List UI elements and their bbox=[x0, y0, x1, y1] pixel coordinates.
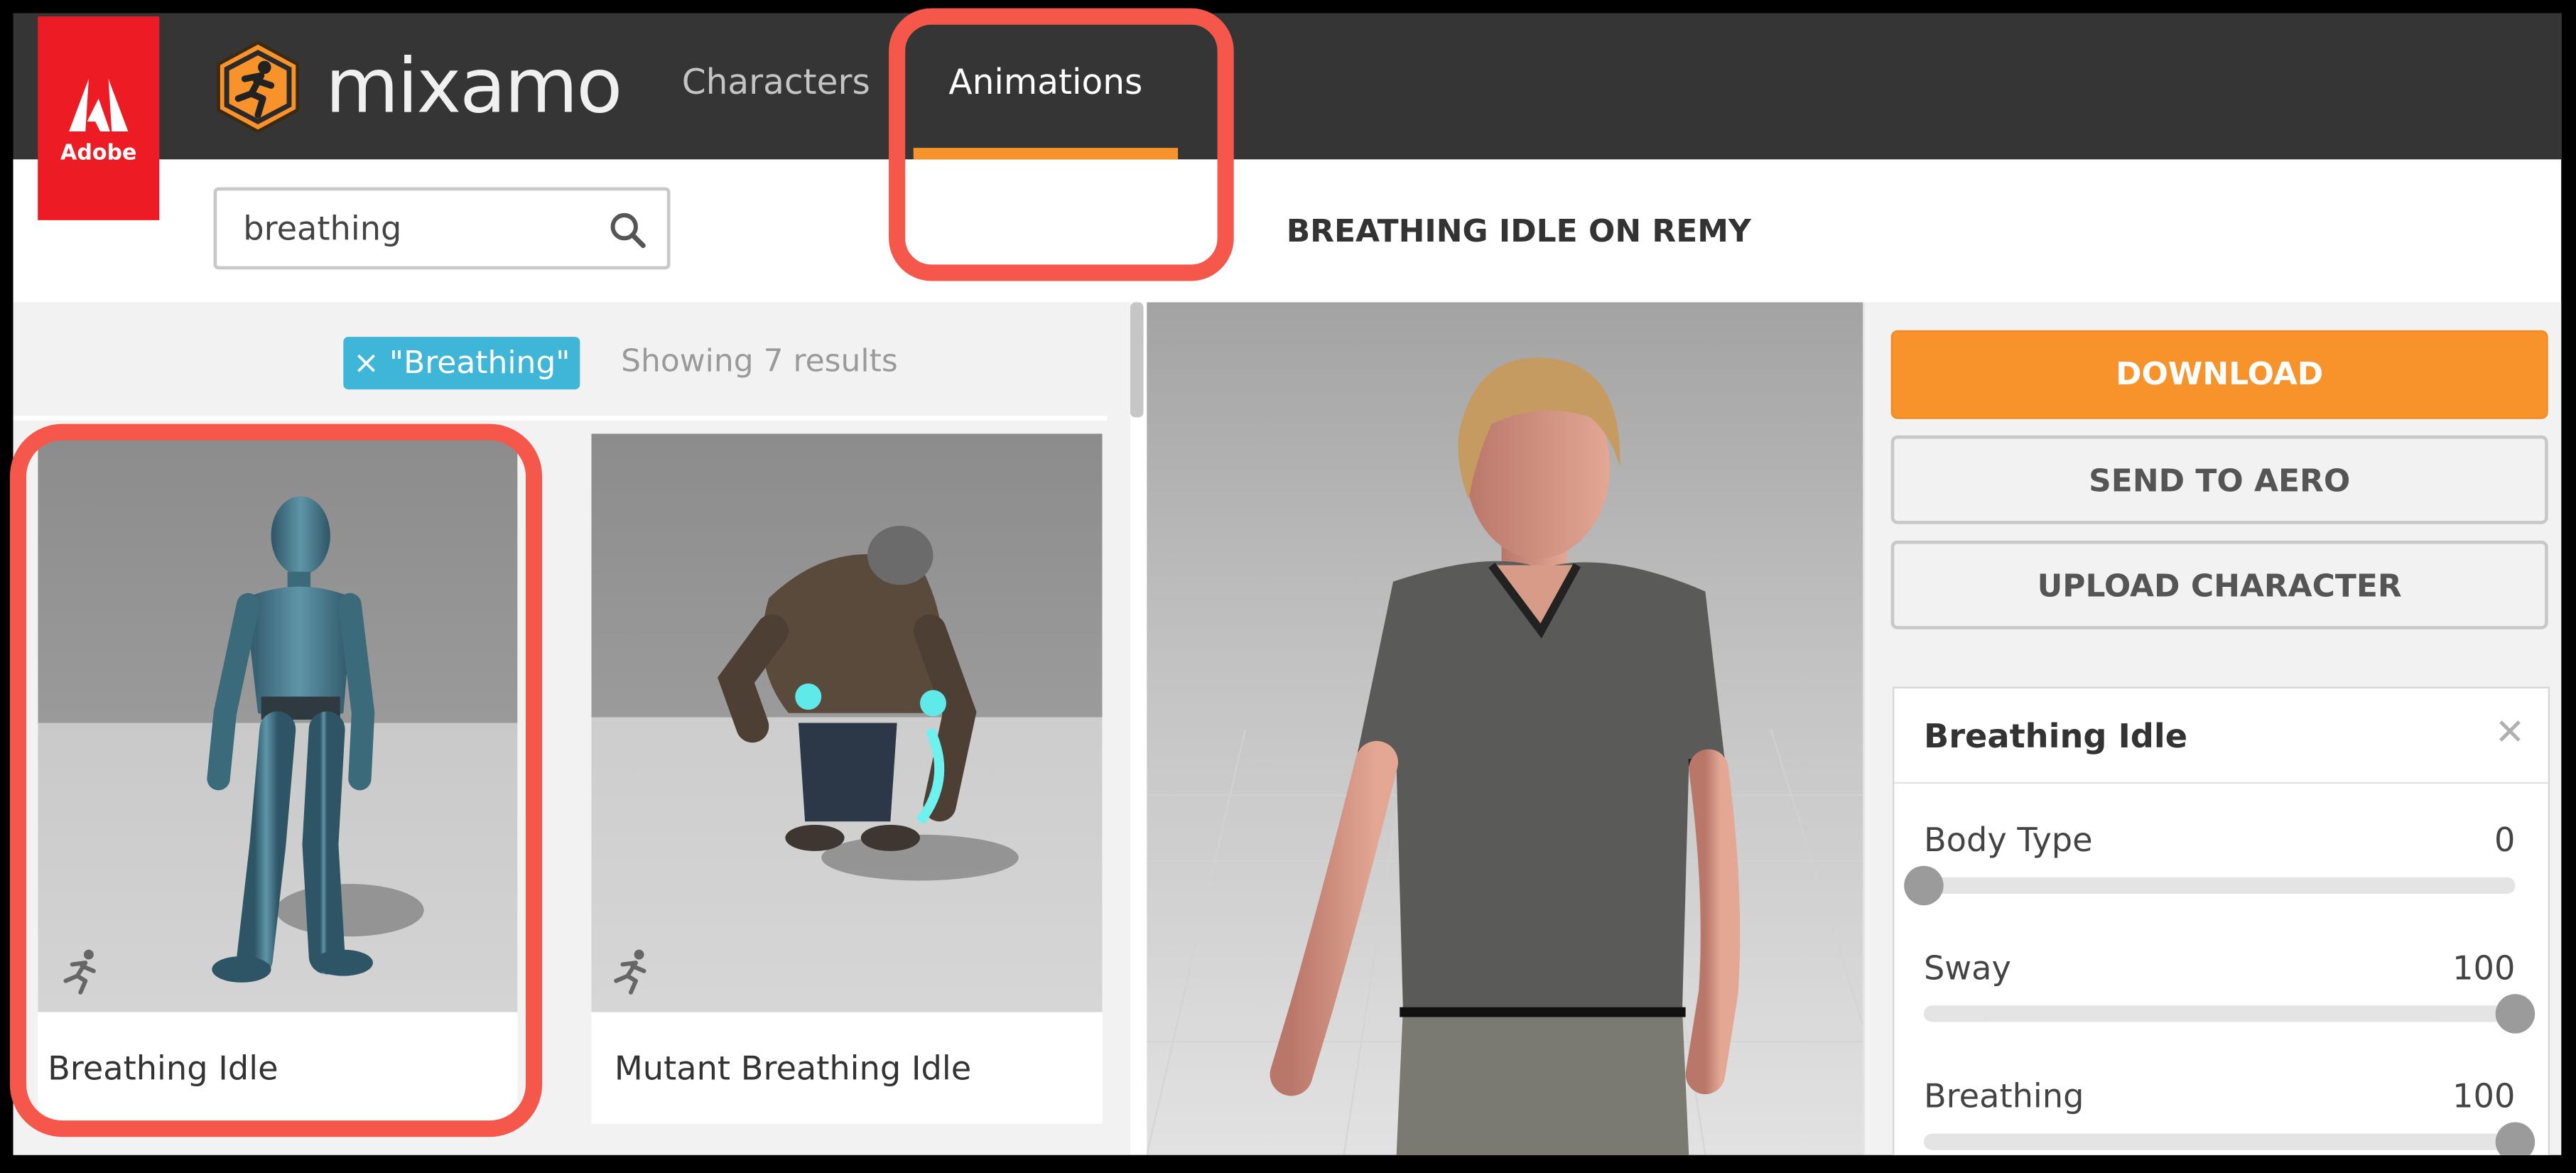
settings-title: Breathing Idle bbox=[1923, 716, 2188, 756]
animation-card-mutant-breathing-idle[interactable]: Mutant Breathing Idle bbox=[591, 433, 1103, 1124]
animation-thumbnail bbox=[38, 433, 518, 1012]
slider-label-breathing: Breathing bbox=[1923, 1076, 2084, 1116]
search-box[interactable] bbox=[213, 187, 671, 270]
active-tab-indicator bbox=[913, 148, 1179, 160]
slider-handle[interactable] bbox=[2495, 1122, 2536, 1155]
filter-chip-breathing[interactable]: × "Breathing" bbox=[343, 337, 580, 390]
slider-handle[interactable] bbox=[1904, 865, 1944, 906]
nav-tab-characters[interactable]: Characters bbox=[682, 63, 870, 102]
animation-detail-title: BREATHING IDLE ON REMY bbox=[1286, 213, 1751, 250]
upload-character-button[interactable]: UPLOAD CHARACTER bbox=[1890, 540, 2548, 629]
nav-tab-animations-label: Animations bbox=[948, 62, 1143, 102]
sway-slider[interactable] bbox=[1923, 994, 2536, 1034]
animation-card-breathing-idle[interactable]: Breathing Idle bbox=[38, 433, 518, 1124]
mixamo-wordmark[interactable]: mixamo bbox=[325, 43, 622, 128]
slider-value-body-type: 0 bbox=[2494, 819, 2516, 860]
slider-label-sway: Sway bbox=[1923, 948, 2011, 988]
slider-handle[interactable] bbox=[2495, 994, 2536, 1034]
settings-header: Breathing Idle ✕ bbox=[1894, 688, 2548, 784]
adobe-icon bbox=[69, 77, 129, 131]
animation-card-title: Mutant Breathing Idle bbox=[614, 1048, 972, 1088]
top-nav: mixamo Characters Animations bbox=[13, 13, 2562, 160]
results-scrollbar[interactable] bbox=[1130, 302, 1144, 418]
search-icon[interactable] bbox=[608, 210, 648, 256]
download-button[interactable]: DOWNLOAD bbox=[1890, 330, 2548, 419]
send-to-aero-button[interactable]: SEND TO AERO bbox=[1890, 435, 2548, 524]
slider-value-sway: 100 bbox=[2452, 948, 2516, 988]
body-type-slider[interactable] bbox=[1904, 865, 2516, 906]
nav-tab-animations[interactable]: Animations bbox=[913, 13, 1179, 160]
results-count: Showing 7 results bbox=[621, 343, 898, 380]
adobe-label: Adobe bbox=[60, 140, 137, 166]
3d-preview-viewport[interactable] bbox=[1147, 302, 1863, 1155]
animation-type-icon bbox=[58, 946, 107, 1002]
breathing-slider[interactable] bbox=[1923, 1122, 2536, 1155]
animation-thumbnail bbox=[591, 433, 1103, 1012]
animation-settings-card: Breathing Idle ✕ Body Type 0 Sway 100 Br… bbox=[1893, 686, 2550, 1155]
slider-value-breathing: 100 bbox=[2452, 1076, 2516, 1116]
close-icon[interactable]: ✕ bbox=[2495, 713, 2526, 755]
search-input[interactable] bbox=[243, 207, 588, 250]
animation-type-icon bbox=[608, 946, 657, 1002]
animation-settings-panel: DOWNLOAD SEND TO AERO UPLOAD CHARACTER B… bbox=[1863, 302, 2562, 1155]
adobe-logo[interactable]: Adobe bbox=[38, 16, 160, 220]
mixamo-window: mixamo Characters Animations Adobe BREAT… bbox=[13, 13, 2562, 1155]
animation-card-title: Breathing Idle bbox=[48, 1048, 278, 1088]
slider-label-body-type: Body Type bbox=[1923, 819, 2093, 860]
mixamo-logo-icon[interactable] bbox=[214, 40, 303, 135]
divider bbox=[13, 416, 1108, 421]
